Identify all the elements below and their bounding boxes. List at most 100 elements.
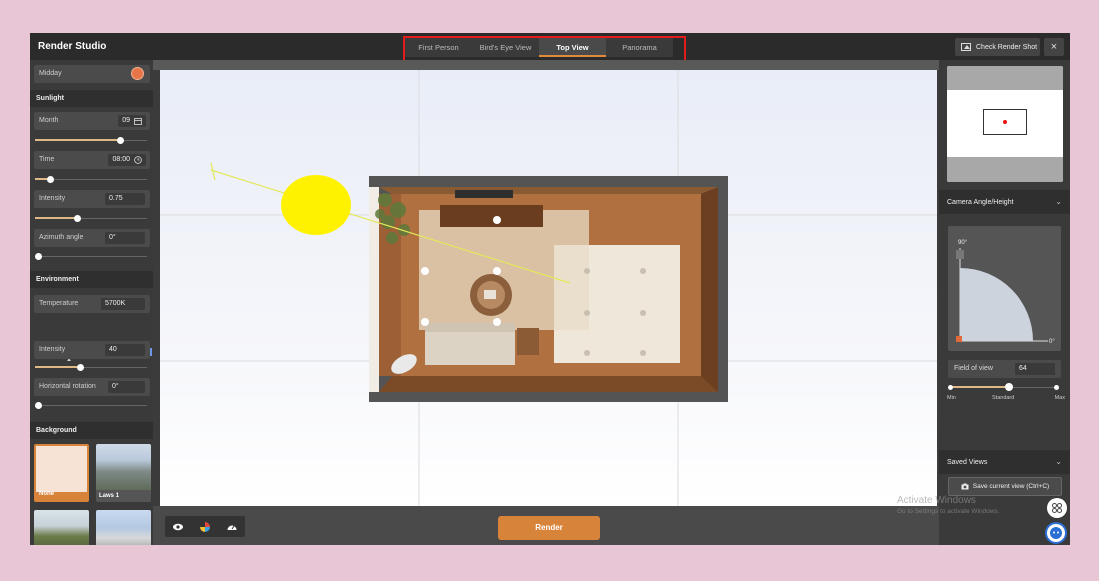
fov-standard-label: Standard: [992, 395, 1015, 401]
time-row: Time 08:00: [34, 151, 150, 169]
env-intensity-row: Intensity 40: [34, 341, 150, 359]
sun-intensity-row: Intensity 0.75: [34, 190, 150, 208]
env-intensity-label: Intensity: [39, 346, 66, 353]
preset-color-swatch[interactable]: [131, 67, 144, 80]
camera-angle-control[interactable]: 90° 0°: [948, 226, 1061, 351]
top-view-scene: [160, 70, 937, 506]
background-option-laws-1[interactable]: Laws 1: [96, 444, 151, 502]
azimuth-row: Azimuth angle 0°: [34, 229, 150, 247]
saved-views-section[interactable]: Saved Views ⌄: [939, 450, 1070, 474]
horizontal-rotation-knob[interactable]: [35, 402, 42, 409]
horizontal-rotation-label: Horizontal rotation: [39, 383, 96, 390]
horizontal-rotation-slider[interactable]: [35, 402, 147, 410]
check-render-shot-button[interactable]: Check Render Shot: [955, 38, 1040, 56]
view-tabs: First Person Bird's Eye View Top View Pa…: [405, 38, 673, 57]
tab-panorama[interactable]: Panorama: [606, 38, 673, 57]
field-of-view-row: Field of view 64: [948, 360, 1061, 378]
tab-birds-eye-view[interactable]: Bird's Eye View: [472, 38, 539, 57]
render-button[interactable]: Render: [498, 516, 600, 540]
env-intensity-knob[interactable]: [77, 364, 84, 371]
canvas-header-strip: [153, 60, 939, 70]
cityscape-thumbnail: [96, 510, 151, 545]
viewport-tools: [165, 516, 245, 537]
calendar-icon: [134, 118, 142, 125]
fov-max-label: Max: [1054, 395, 1065, 401]
chevron-down-icon: ⌄: [1055, 457, 1062, 466]
color-palette-icon[interactable]: [199, 521, 211, 533]
background-option-none[interactable]: None: [34, 444, 89, 502]
environment-section-title: Environment: [30, 271, 153, 288]
background-option-3[interactable]: [34, 510, 89, 545]
background-section-title: Background: [30, 422, 153, 439]
time-label: Time: [39, 156, 55, 163]
tab-top-view[interactable]: Top View: [539, 38, 606, 57]
azimuth-input[interactable]: 0°: [105, 232, 145, 244]
month-slider-knob[interactable]: [117, 137, 124, 144]
env-intensity-slider[interactable]: [35, 364, 147, 372]
speed-gauge-icon[interactable]: [226, 521, 238, 533]
time-value: 08:00: [112, 156, 130, 163]
month-label: Month: [39, 117, 59, 124]
fov-input[interactable]: 64: [1015, 363, 1055, 375]
clock-icon: [134, 156, 142, 164]
time-input[interactable]: 08:00: [108, 154, 146, 166]
render-viewport[interactable]: [160, 70, 937, 506]
sun-intensity-slider[interactable]: [35, 215, 147, 223]
sunlight-section-title: Sunlight: [30, 90, 153, 107]
camera-preview[interactable]: [947, 66, 1063, 182]
camera-angle-title: Camera Angle/Height: [947, 199, 1014, 206]
temperature-input[interactable]: 5700K: [101, 298, 145, 310]
env-intensity-input[interactable]: 40: [105, 344, 145, 356]
month-input[interactable]: 09: [118, 115, 146, 127]
camera-angle-section[interactable]: Camera Angle/Height ⌄: [939, 190, 1070, 214]
time-slider-knob[interactable]: [47, 176, 54, 183]
chat-bot-icon: [1050, 527, 1062, 539]
preset-label: Midday: [39, 70, 62, 77]
lighting-preset-select[interactable]: Midday: [34, 65, 150, 83]
month-slider[interactable]: [35, 137, 147, 145]
horizontal-rotation-input[interactable]: 0°: [108, 381, 145, 393]
azimuth-slider[interactable]: [35, 253, 147, 261]
app-title: Render Studio: [38, 41, 107, 52]
month-value: 09: [122, 117, 130, 124]
bottom-bar: Render: [153, 506, 939, 545]
month-row: Month 09: [34, 112, 150, 130]
check-render-label: Check Render Shot: [976, 43, 1038, 51]
temperature-label: Temperature: [39, 300, 79, 307]
left-panel: Midday Sunlight Month 09 Time 08:00 Inte…: [30, 60, 153, 545]
sun-intensity-input[interactable]: 0.75: [105, 193, 145, 205]
fov-label: Field of view: [954, 365, 993, 372]
background-caption: None: [39, 491, 54, 497]
sun-intensity-knob[interactable]: [74, 215, 81, 222]
assistant-button[interactable]: [1045, 522, 1067, 544]
temperature-row: Temperature 5700K: [34, 295, 150, 313]
camera-icon: [961, 483, 969, 490]
app-window: Render Studio First Person Bird's Eye Vi…: [30, 33, 1070, 545]
apps-grid-button[interactable]: [1047, 498, 1067, 518]
time-slider[interactable]: [35, 176, 147, 184]
close-button[interactable]: ×: [1044, 38, 1064, 56]
sun-intensity-label: Intensity: [39, 195, 66, 202]
angle-bottom-label: 0°: [1049, 339, 1055, 345]
fov-knob[interactable]: [1005, 383, 1013, 391]
right-panel: Camera Angle/Height ⌄ 90° 0° Field of vi…: [939, 60, 1070, 545]
save-current-view-label: Save current view (Ctrl+C): [972, 483, 1050, 490]
azimuth-knob[interactable]: [35, 253, 42, 260]
chevron-down-icon: ⌄: [1055, 197, 1062, 206]
save-current-view-button[interactable]: Save current view (Ctrl+C): [948, 477, 1062, 496]
image-icon: [961, 43, 971, 51]
fov-min-label: Min: [947, 395, 956, 401]
camera-position-dot: [1003, 120, 1007, 124]
fov-slider[interactable]: [948, 383, 1059, 394]
saved-views-title: Saved Views: [947, 459, 988, 466]
activate-windows-watermark: Activate Windows Go to Settings to activ…: [897, 495, 1000, 515]
tab-first-person[interactable]: First Person: [405, 38, 472, 57]
city-thumbnail: [96, 444, 151, 490]
watermark-line-1: Activate Windows: [897, 495, 976, 506]
background-option-4[interactable]: [96, 510, 151, 545]
top-bar: Render Studio First Person Bird's Eye Vi…: [30, 33, 1070, 60]
grid-icon: [1052, 503, 1062, 513]
azimuth-label: Azimuth angle: [39, 234, 84, 241]
eye-icon[interactable]: [172, 521, 184, 533]
horizontal-rotation-row: Horizontal rotation 0°: [34, 378, 150, 396]
